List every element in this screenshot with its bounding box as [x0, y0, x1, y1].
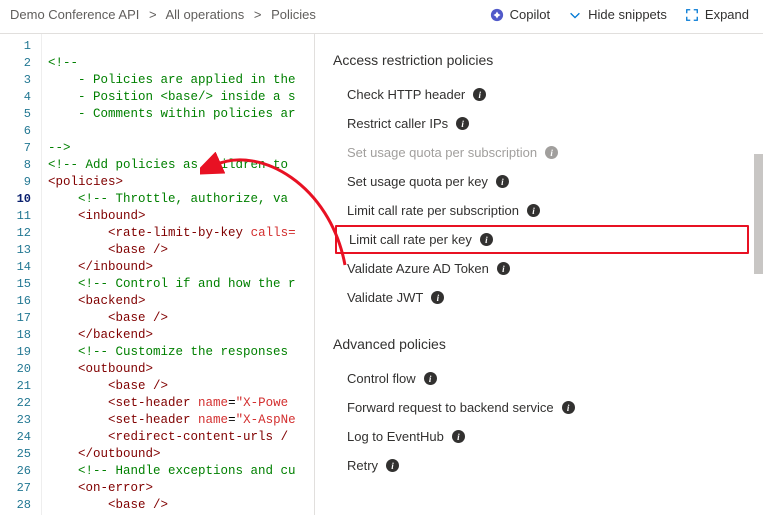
policy-restrict-caller-ips[interactable]: Restrict caller IPs i — [333, 109, 749, 138]
scrollbar-thumb[interactable] — [754, 154, 763, 274]
breadcrumb-sep: > — [149, 7, 157, 22]
policy-log-eventhub[interactable]: Log to EventHub i — [333, 422, 749, 451]
info-icon[interactable]: i — [496, 175, 509, 188]
breadcrumb: Demo Conference API > All operations > P… — [10, 7, 316, 22]
breadcrumb-policies: Policies — [271, 7, 316, 22]
info-icon[interactable]: i — [527, 204, 540, 217]
breadcrumb-sep: > — [254, 7, 262, 22]
policy-rate-limit-key[interactable]: Limit call rate per key i — [335, 225, 749, 254]
policy-forward-request[interactable]: Forward request to backend service i — [333, 393, 749, 422]
section-advanced-title: Advanced policies — [333, 336, 749, 352]
scrollbar[interactable] — [754, 34, 763, 515]
info-icon[interactable]: i — [562, 401, 575, 414]
copilot-icon — [490, 8, 504, 22]
chevron-down-icon — [568, 8, 582, 22]
expand-button[interactable]: Expand — [685, 7, 749, 22]
info-icon[interactable]: i — [452, 430, 465, 443]
policy-check-http-header[interactable]: Check HTTP header i — [333, 80, 749, 109]
code-content[interactable]: <!-- - Policies are applied in the - Pos… — [48, 34, 314, 515]
copilot-button[interactable]: Copilot — [490, 7, 550, 22]
policy-quota-key[interactable]: Set usage quota per key i — [333, 167, 749, 196]
info-icon[interactable]: i — [473, 88, 486, 101]
policy-control-flow[interactable]: Control flow i — [333, 364, 749, 393]
info-icon[interactable]: i — [480, 233, 493, 246]
hide-snippets-button[interactable]: Hide snippets — [568, 7, 667, 22]
policy-validate-aad[interactable]: Validate Azure AD Token i — [333, 254, 749, 283]
policy-validate-jwt[interactable]: Validate JWT i — [333, 283, 749, 312]
info-icon[interactable]: i — [456, 117, 469, 130]
info-icon[interactable]: i — [386, 459, 399, 472]
info-icon: i — [545, 146, 558, 159]
policy-rate-limit-subscription[interactable]: Limit call rate per subscription i — [333, 196, 749, 225]
policy-quota-subscription: Set usage quota per subscription i — [333, 138, 749, 167]
line-gutter: 1234567891011121314151617181920212223242… — [0, 34, 42, 515]
code-editor[interactable]: 1234567891011121314151617181920212223242… — [0, 34, 315, 515]
breadcrumb-operations[interactable]: All operations — [165, 7, 244, 22]
expand-icon — [685, 8, 699, 22]
section-access-title: Access restriction policies — [333, 52, 749, 68]
breadcrumb-api[interactable]: Demo Conference API — [10, 7, 139, 22]
info-icon[interactable]: i — [497, 262, 510, 275]
info-icon[interactable]: i — [431, 291, 444, 304]
info-icon[interactable]: i — [424, 372, 437, 385]
policy-retry[interactable]: Retry i — [333, 451, 749, 480]
snippets-panel: Access restriction policies Check HTTP h… — [315, 34, 763, 515]
